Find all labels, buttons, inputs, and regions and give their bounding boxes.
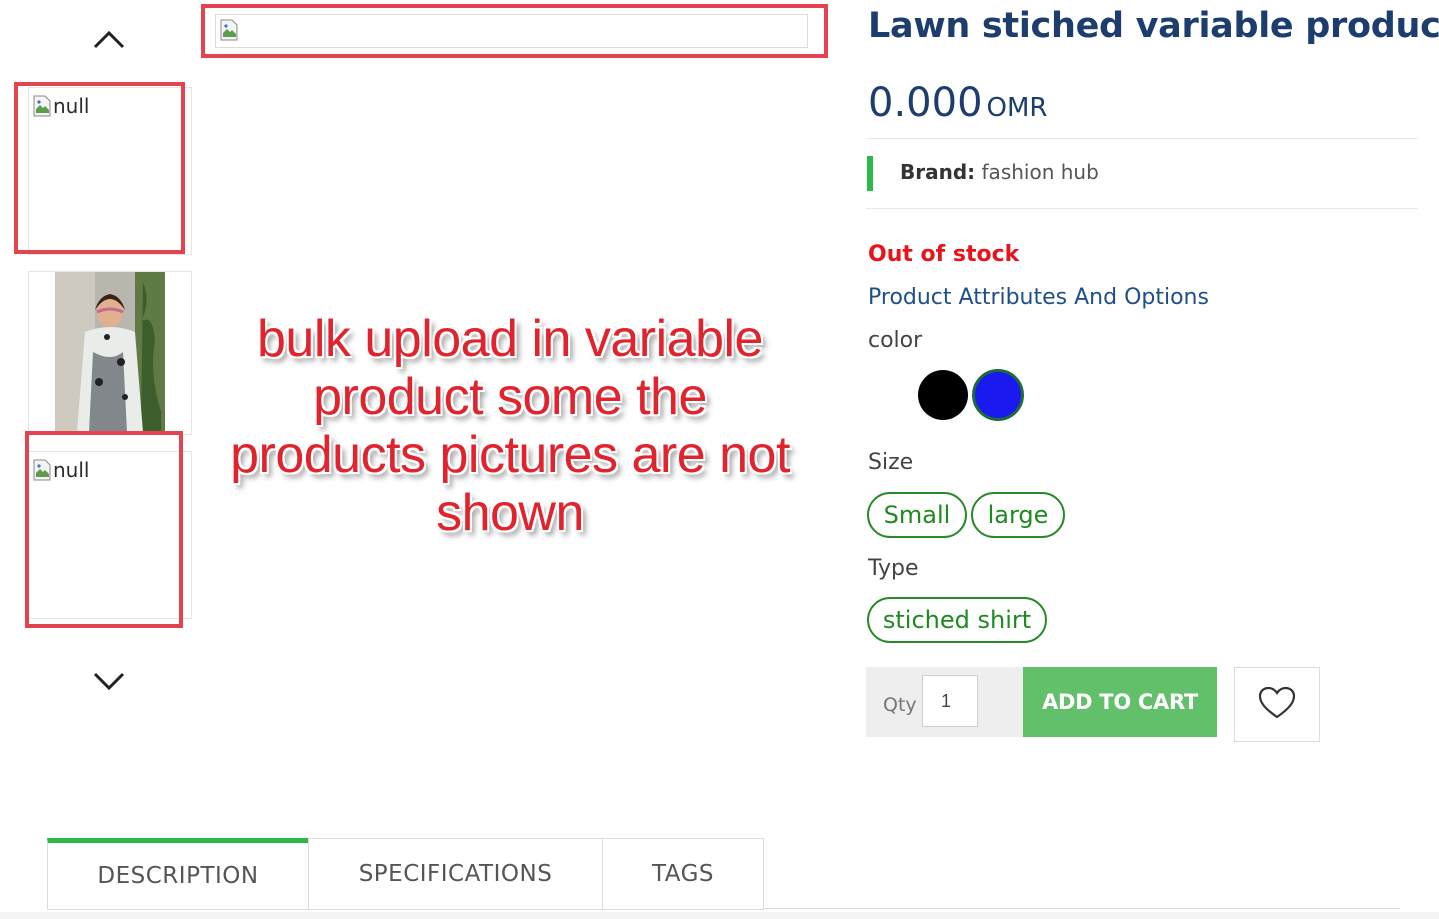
color-swatch-black[interactable] — [918, 370, 968, 420]
highlight-box-thumbnail-1 — [14, 82, 185, 254]
divider — [866, 138, 1418, 139]
tab-tags[interactable]: TAGS — [602, 838, 764, 910]
brand-info: Brand: fashion hub — [900, 160, 1099, 184]
broken-image-icon — [220, 19, 238, 41]
thumbnail-scroll-down-icon[interactable] — [90, 666, 128, 696]
brand-label: Brand: — [900, 160, 976, 184]
product-photo — [55, 272, 165, 432]
tab-description[interactable]: DESCRIPTION — [47, 838, 309, 910]
product-title: Lawn stiched variable products — [868, 6, 1439, 46]
stock-status: Out of stock — [868, 242, 1020, 267]
attributes-title: Product Attributes And Options — [868, 285, 1209, 310]
type-label: Type — [868, 556, 919, 581]
product-price: 0.000 OMR — [868, 80, 1047, 126]
add-to-cart-button[interactable]: ADD TO CART — [1023, 667, 1217, 737]
brand-accent-bar — [867, 156, 873, 191]
wishlist-button[interactable] — [1234, 667, 1320, 742]
tab-specifications[interactable]: SPECIFICATIONS — [308, 838, 603, 910]
divider — [866, 208, 1418, 209]
brand-value: fashion hub — [981, 160, 1099, 184]
color-label: color — [868, 328, 923, 353]
thumbnail-2[interactable] — [28, 271, 192, 435]
qty-input[interactable] — [922, 675, 978, 727]
highlight-box-thumbnail-3 — [25, 431, 183, 628]
size-option-large[interactable]: large — [971, 492, 1065, 538]
qty-label: Qty — [883, 694, 917, 716]
heart-icon — [1258, 686, 1296, 724]
size-option-small[interactable]: Small — [867, 492, 967, 538]
price-amount: 0.000 — [868, 80, 983, 126]
page-bottom-band — [0, 912, 1439, 919]
thumbnail-scroll-up-icon[interactable] — [90, 24, 128, 54]
price-currency: OMR — [986, 93, 1048, 123]
main-product-image[interactable] — [215, 14, 808, 48]
color-swatch-blue[interactable] — [972, 369, 1024, 421]
size-label: Size — [868, 450, 914, 475]
type-option-stiched-shirt[interactable]: stiched shirt — [867, 597, 1047, 643]
annotation-text: bulk upload in variable product some the… — [230, 310, 790, 542]
